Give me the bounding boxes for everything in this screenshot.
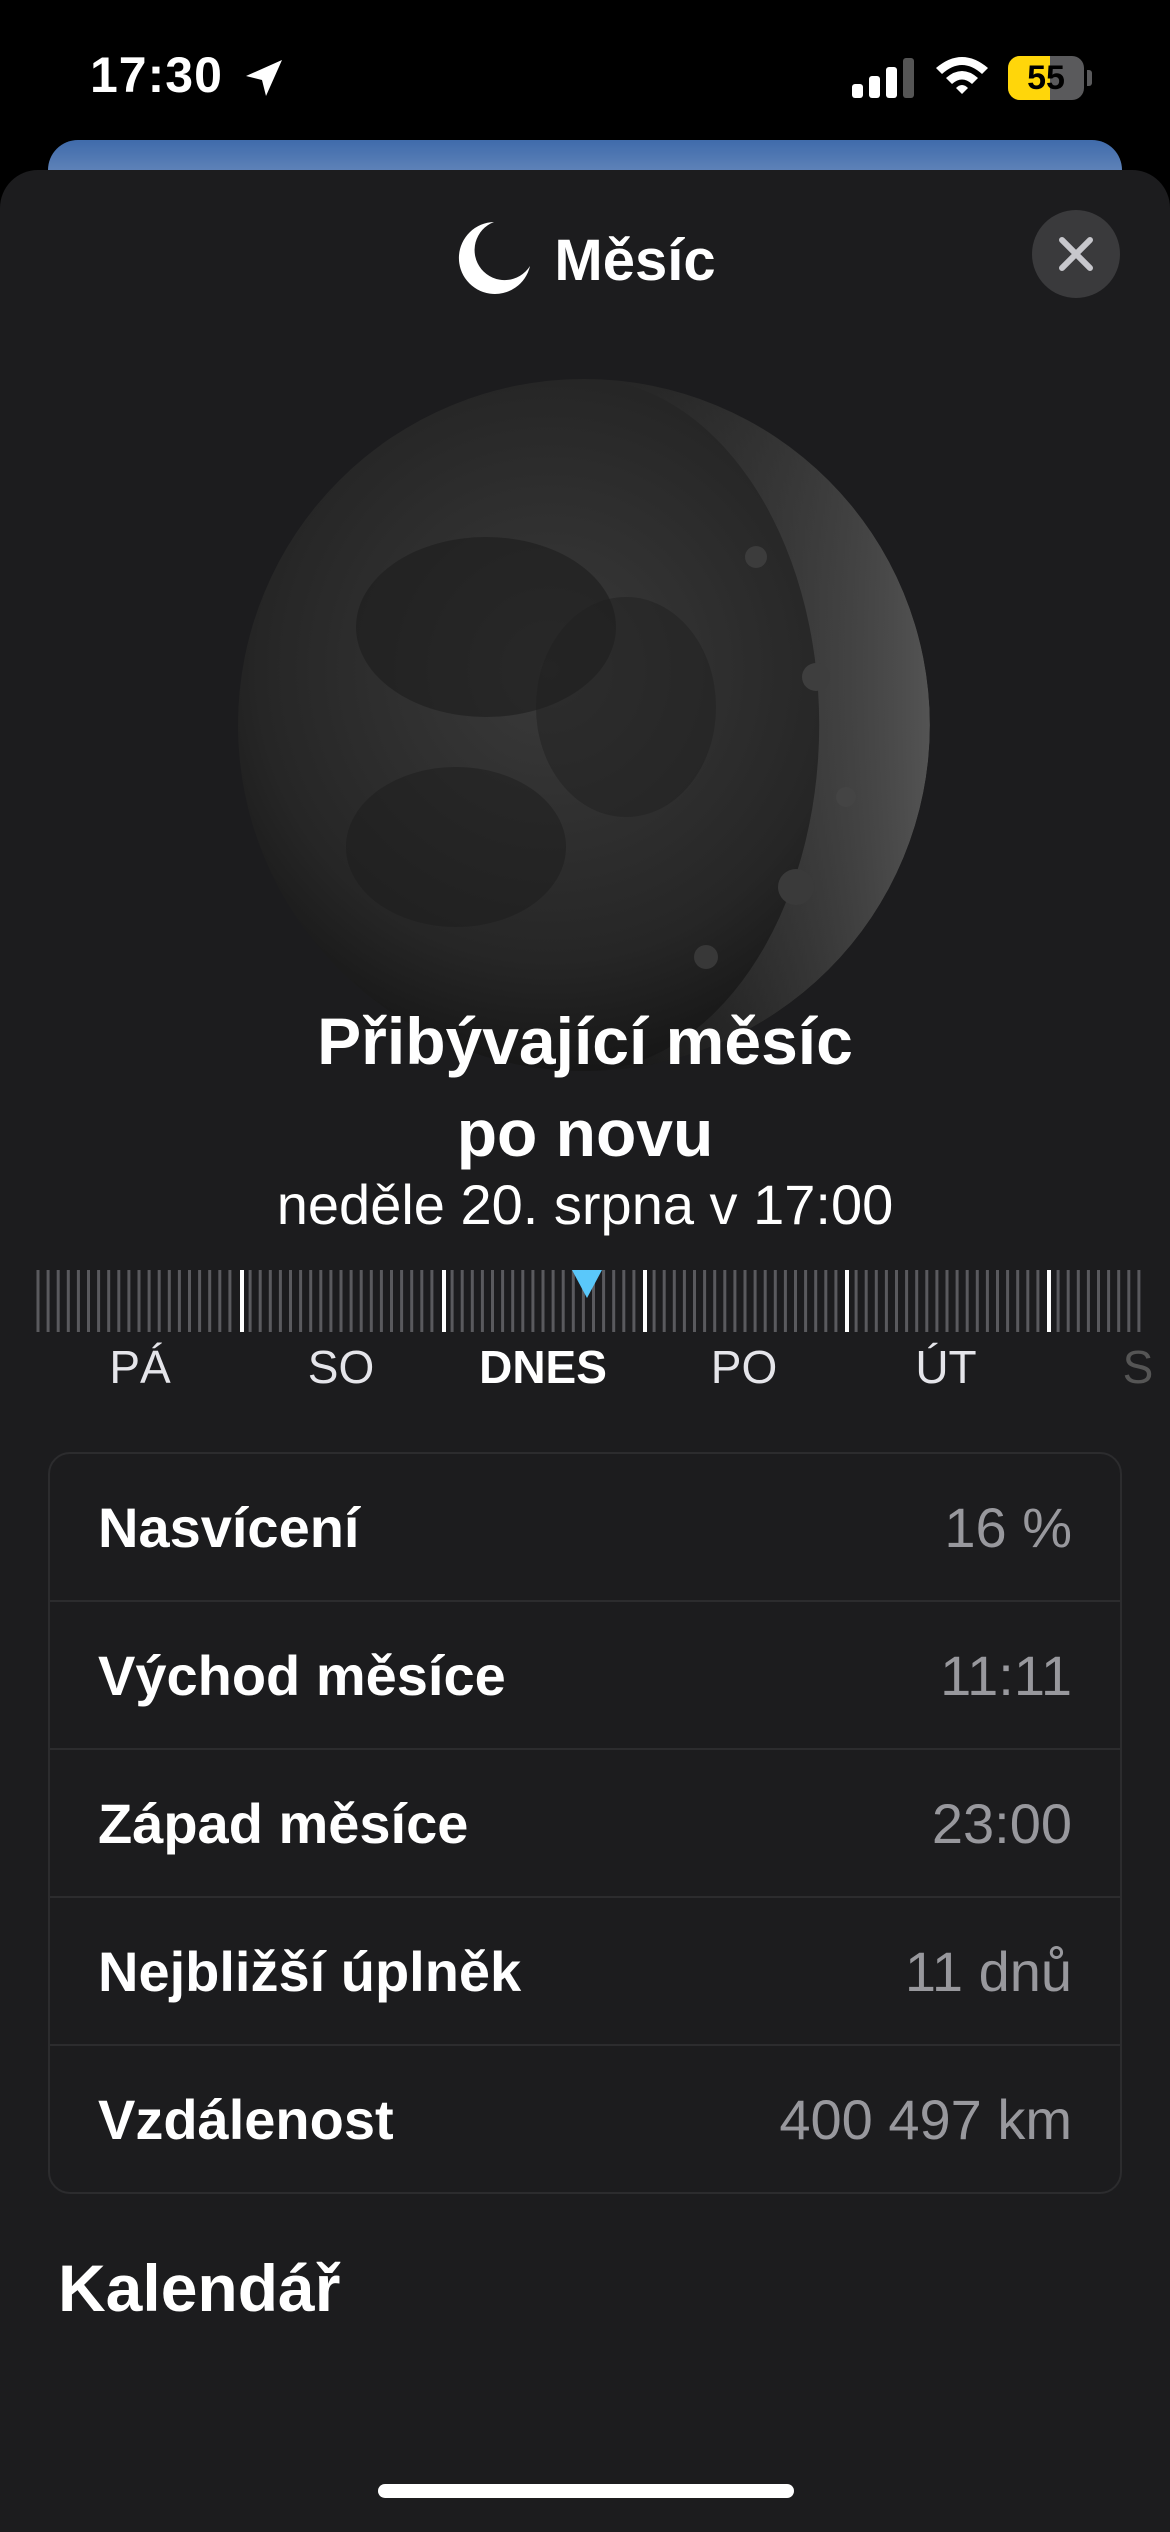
timeline-day-label[interactable]: S (1123, 1340, 1154, 1394)
moon-phase-date: neděle 20. srpna v 17:00 (276, 1173, 894, 1236)
info-value: 11 dnů (904, 1940, 1072, 2003)
timeline-day-label[interactable]: ÚT (915, 1340, 976, 1394)
info-row: Východ měsíce 11:11 (50, 1602, 1120, 1750)
info-row: Nasvícení 16 % (50, 1454, 1120, 1602)
timeline-day-label[interactable]: PÁ (109, 1340, 170, 1394)
info-row: Západ měsíce 23:00 (50, 1750, 1120, 1898)
status-bar: 17:30 55 (0, 0, 1170, 140)
timeline-day-label[interactable]: DNES (479, 1340, 607, 1394)
calendar-section-title: Kalendář (58, 2251, 341, 2325)
home-indicator (378, 2484, 794, 2498)
moon-phase-name-line2: po novu (456, 1096, 714, 1170)
timeline-day-label[interactable]: PO (711, 1340, 777, 1394)
sheet-header: Měsíc (0, 210, 1170, 310)
timeline-day-label[interactable]: SO (308, 1340, 374, 1394)
info-label: Nejbližší úplněk (98, 1940, 522, 2003)
info-label: Západ měsíce (98, 1792, 469, 1855)
battery-percent: 55 (1027, 59, 1065, 97)
moon-phase-name: Přibývající měsíc po novu (0, 995, 1170, 1179)
moon-image (236, 377, 932, 1073)
info-value: 16 % (944, 1496, 1072, 1559)
status-time: 17:30 (90, 47, 223, 103)
cellular-signal-icon (852, 56, 916, 103)
moon-icon (454, 218, 534, 303)
info-label: Vzdálenost (98, 2088, 394, 2151)
info-value: 23:00 (931, 1792, 1072, 1855)
sheet-title: Měsíc (554, 227, 716, 293)
info-row: Nejbližší úplněk 11 dnů (50, 1898, 1120, 2046)
close-icon (1059, 237, 1093, 271)
info-label: Východ měsíce (98, 1644, 506, 1707)
location-arrow-icon (242, 56, 286, 105)
battery-icon: 55 (1008, 56, 1092, 100)
info-value: 11:11 (940, 1644, 1072, 1707)
current-time-marker[interactable] (572, 1270, 602, 1298)
info-label: Nasvícení (98, 1496, 360, 1559)
info-row: Vzdálenost 400 497 km (50, 2046, 1120, 2192)
close-button[interactable] (1032, 210, 1120, 298)
moon-phase-name-line1: Přibývající měsíc (317, 1004, 853, 1078)
moon-info-table: Nasvícení 16 % Východ měsíce 11:11 Západ měs… (48, 1452, 1122, 2194)
wifi-icon (934, 52, 990, 101)
info-value: 400 497 km (779, 2088, 1072, 2151)
